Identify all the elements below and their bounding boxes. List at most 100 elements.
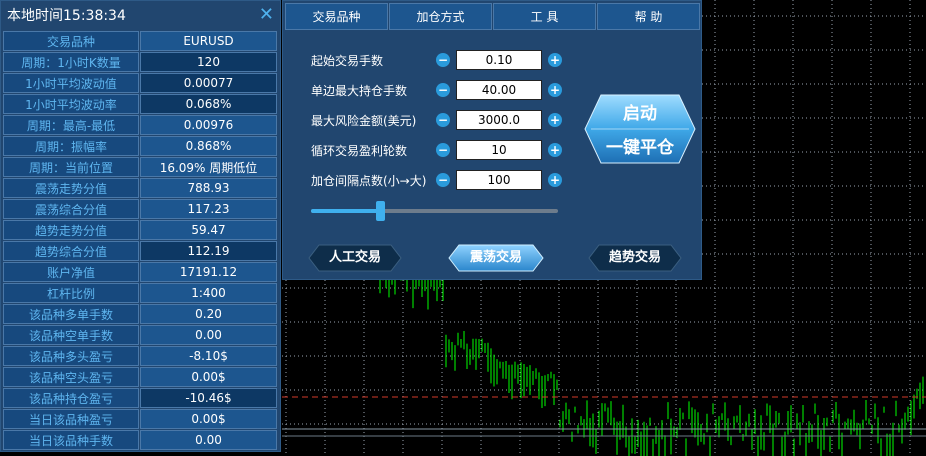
info-row-value: 0.00976: [140, 115, 277, 135]
oscillation-trade-label: 震荡交易: [469, 250, 522, 265]
add-interval-input[interactable]: [456, 170, 542, 190]
info-row-label: 趋势综合分值: [3, 241, 139, 261]
info-row-label: 周期：1小时K数量: [3, 52, 139, 72]
plus-icon[interactable]: +: [548, 53, 562, 67]
close-all-button[interactable]: 一键平仓: [583, 133, 697, 158]
oscillation-trade-button[interactable]: 震荡交易: [447, 243, 545, 273]
info-header: 本地时间15:38:34 ✕: [1, 1, 280, 29]
info-row-label: 该品种空头盈亏: [3, 367, 139, 387]
info-row: 趋势走势分值 59.47: [3, 220, 279, 241]
info-row-label: 周期：当前位置: [3, 157, 139, 177]
info-row: 该品种多单手数 0.20: [3, 304, 279, 325]
chart-bars: [379, 265, 924, 456]
plus-icon[interactable]: +: [548, 83, 562, 97]
param-row-max-lots: 单边最大持仓手数 − +: [311, 80, 562, 100]
plus-icon[interactable]: +: [548, 143, 562, 157]
info-row: 当日该品种手数 0.00: [3, 430, 279, 451]
param-label: 循环交易盈利轮数: [311, 143, 408, 158]
param-row-start-lots: 起始交易手数 − +: [311, 50, 562, 70]
info-row-label: 1小时平均波动值: [3, 73, 139, 93]
trend-trade-label: 趋势交易: [608, 250, 661, 265]
plus-icon[interactable]: +: [548, 173, 562, 187]
info-row: 周期：当前位置 16.09% 周期低位: [3, 157, 279, 178]
start-close-all-group: 启动 一键平仓: [583, 93, 697, 165]
info-row-value: 0.00: [140, 325, 277, 345]
param-label: 起始交易手数: [311, 53, 384, 68]
info-row: 杠杆比例 1:400: [3, 283, 279, 304]
info-row-value: 0.00$: [140, 367, 277, 387]
info-row: 周期：1小时K数量 120: [3, 52, 279, 73]
info-row: 该品种多头盈亏 -8.10$: [3, 346, 279, 367]
info-row-value: 17191.12: [140, 262, 277, 282]
max-risk-input[interactable]: [456, 110, 542, 130]
info-row: 震荡走势分值 788.93: [3, 178, 279, 199]
info-row: 1小时平均波动率 0.068%: [3, 94, 279, 115]
info-row-label: 该品种空单手数: [3, 325, 139, 345]
info-row-label: 当日该品种盈亏: [3, 409, 139, 429]
info-table: 交易品种 EURUSD 周期：1小时K数量 120 1小时平均波动值 0.00077 1小时…: [3, 31, 279, 451]
param-row-cycles: 循环交易盈利轮数 − +: [311, 140, 562, 160]
info-row-label: 该品种持仓盈亏: [3, 388, 139, 408]
param-label: 加仓间隔点数(小→大): [311, 173, 427, 188]
info-row-label: 杠杆比例: [3, 283, 139, 303]
manual-trade-button[interactable]: 人工交易: [307, 243, 403, 273]
param-label: 最大风险金额(美元): [311, 113, 417, 128]
minus-icon[interactable]: −: [436, 83, 450, 97]
minus-icon[interactable]: −: [436, 53, 450, 67]
menu-bar: 交易品种 加仓方式 工 具 帮 助: [285, 3, 701, 30]
interval-slider[interactable]: [311, 201, 558, 221]
info-row-label: 震荡走势分值: [3, 178, 139, 198]
start-button[interactable]: 启动: [583, 99, 697, 124]
minus-icon[interactable]: −: [436, 143, 450, 157]
menu-help[interactable]: 帮 助: [597, 3, 700, 30]
plus-icon[interactable]: +: [548, 113, 562, 127]
info-row: 周期：振幅率 0.868%: [3, 136, 279, 157]
info-row-value: 120: [140, 52, 277, 72]
info-row-value: 0.00: [140, 430, 277, 450]
info-row: 该品种空单手数 0.00: [3, 325, 279, 346]
minus-icon[interactable]: −: [436, 173, 450, 187]
menu-add-method[interactable]: 加仓方式: [389, 3, 492, 30]
info-row-value: 117.23: [140, 199, 277, 219]
info-row-label: 1小时平均波动率: [3, 94, 139, 114]
param-row-max-risk: 最大风险金额(美元) − +: [311, 110, 562, 130]
info-row-label: 趋势走势分值: [3, 220, 139, 240]
info-row-value: 0.868%: [140, 136, 277, 156]
control-panel: 交易品种 加仓方式 工 具 帮 助 起始交易手数 − + 单边最大持仓手数 − …: [282, 0, 702, 280]
trend-trade-button[interactable]: 趋势交易: [587, 243, 683, 273]
info-row: 该品种空头盈亏 0.00$: [3, 367, 279, 388]
max-lots-input[interactable]: [456, 80, 542, 100]
info-row-value: 0.00077: [140, 73, 277, 93]
info-row-value: EURUSD: [140, 31, 277, 51]
manual-trade-label: 人工交易: [328, 250, 381, 265]
menu-symbol[interactable]: 交易品种: [285, 3, 388, 30]
info-row-value: -8.10$: [140, 346, 277, 366]
minus-icon[interactable]: −: [436, 113, 450, 127]
info-row-value: 1:400: [140, 283, 277, 303]
info-row: 趋势综合分值 112.19: [3, 241, 279, 262]
info-row: 震荡综合分值 117.23: [3, 199, 279, 220]
local-time-title: 本地时间15:38:34: [7, 8, 126, 24]
info-row-label: 周期：最高-最低: [3, 115, 139, 135]
info-row-label: 震荡综合分值: [3, 199, 139, 219]
info-row: 周期：最高-最低 0.00976: [3, 115, 279, 136]
info-panel: 本地时间15:38:34 ✕ 交易品种 EURUSD 周期：1小时K数量 120 1小时…: [0, 0, 281, 452]
info-row: 当日该品种盈亏 0.00$: [3, 409, 279, 430]
info-row-value: 59.47: [140, 220, 277, 240]
info-row-label: 该品种多头盈亏: [3, 346, 139, 366]
cycles-input[interactable]: [456, 140, 542, 160]
info-row-label: 该品种多单手数: [3, 304, 139, 324]
info-row-label: 周期：振幅率: [3, 136, 139, 156]
info-row-value: 0.20: [140, 304, 277, 324]
start-lots-input[interactable]: [456, 50, 542, 70]
slider-fill: [311, 209, 381, 213]
info-row-value: -10.46$: [140, 388, 277, 408]
info-row: 交易品种 EURUSD: [3, 31, 279, 52]
close-icon[interactable]: ✕: [259, 6, 274, 24]
info-row: 账户净值 17191.12: [3, 262, 279, 283]
menu-tools[interactable]: 工 具: [493, 3, 596, 30]
info-row: 1小时平均波动值 0.00077: [3, 73, 279, 94]
param-label: 单边最大持仓手数: [311, 83, 408, 98]
info-row-label: 账户净值: [3, 262, 139, 282]
slider-thumb[interactable]: [376, 201, 386, 221]
